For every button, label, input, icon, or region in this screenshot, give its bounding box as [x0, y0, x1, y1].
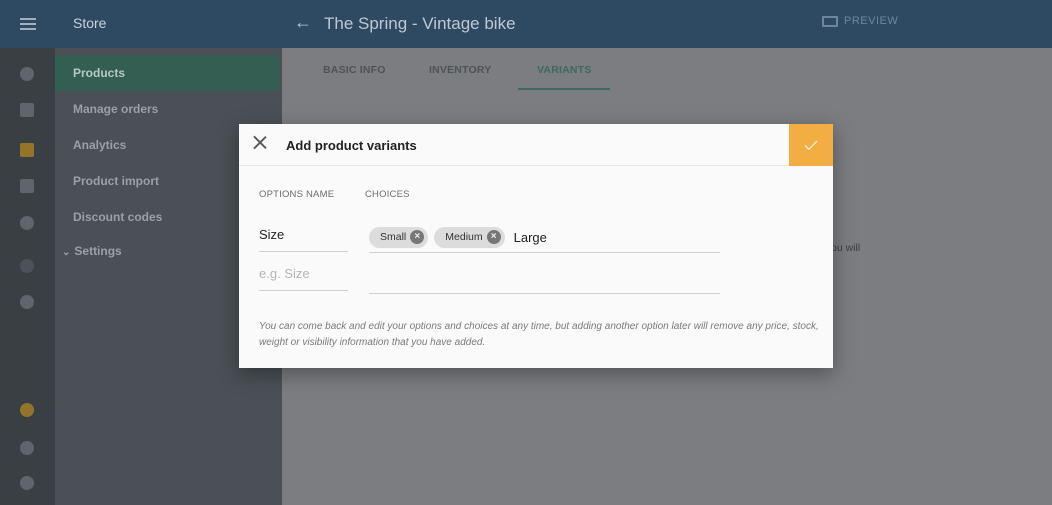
notification-bell-icon[interactable] [20, 441, 34, 455]
close-icon[interactable] [252, 134, 268, 152]
background-text: ou will [831, 242, 861, 254]
chip-label: Small [380, 231, 407, 243]
options-name-header: OPTIONS NAME [259, 189, 335, 200]
add-variants-dialog: Add product variants OPTIONS NAME CHOICE… [239, 124, 833, 368]
page-title: The Spring - Vintage bike [324, 14, 516, 33]
badge-icon[interactable] [20, 403, 34, 417]
code-icon[interactable] [20, 259, 34, 273]
chevron-down-icon: ⌄ [62, 247, 71, 258]
remove-chip-icon[interactable]: × [410, 230, 425, 244]
store-label[interactable]: Store [55, 0, 282, 48]
paint-roller-icon[interactable] [20, 103, 34, 117]
dialog-header: Add product variants [239, 124, 833, 166]
chip-label: Medium [445, 231, 483, 243]
active-tab-indicator [518, 88, 610, 90]
account-icon[interactable] [20, 476, 34, 490]
new-choices-input[interactable] [369, 263, 720, 294]
new-option-name-input[interactable]: e.g. Size [259, 266, 348, 291]
choices-input[interactable]: Small × Medium × Large [369, 222, 720, 253]
globe-icon[interactable] [20, 67, 34, 81]
option-name-input[interactable]: Size [259, 227, 348, 252]
remove-chip-icon[interactable]: × [486, 230, 501, 244]
devices-icon [822, 15, 838, 27]
icon-rail [0, 0, 55, 505]
choice-chip: Medium × [434, 226, 505, 248]
tab-basic-info[interactable]: BASIC INFO [323, 64, 386, 76]
tab-bar: BASIC INFO INVENTORY VARIANTS [282, 48, 1052, 92]
store-icon[interactable] [20, 143, 34, 157]
dialog-title: Add product variants [286, 138, 417, 153]
gear-icon[interactable] [20, 216, 34, 230]
check-icon [804, 137, 818, 150]
confirm-button[interactable] [789, 124, 833, 166]
help-note: You can come back and edit your options … [259, 321, 819, 348]
sidebar-item-manage-orders[interactable]: Manage orders [55, 91, 282, 127]
choices-header: CHOICES [365, 189, 410, 200]
choice-typed-text[interactable]: Large [514, 230, 547, 245]
top-bar: ← The Spring - Vintage bike PREVIEW [282, 0, 1052, 48]
sidebar-item-products[interactable]: Products [55, 55, 280, 91]
arrow-left-icon[interactable]: ← [294, 12, 312, 33]
tab-inventory[interactable]: INVENTORY [429, 64, 491, 76]
preview-button[interactable]: PREVIEW [822, 15, 898, 27]
preview-label: PREVIEW [844, 15, 899, 27]
sidebar-item-label: Settings [74, 244, 122, 258]
choice-chip: Small × [369, 226, 429, 248]
hamburger-menu-icon[interactable] [0, 0, 55, 48]
help-icon[interactable] [20, 295, 34, 309]
image-icon[interactable] [20, 179, 34, 193]
tab-variants[interactable]: VARIANTS [537, 64, 592, 76]
